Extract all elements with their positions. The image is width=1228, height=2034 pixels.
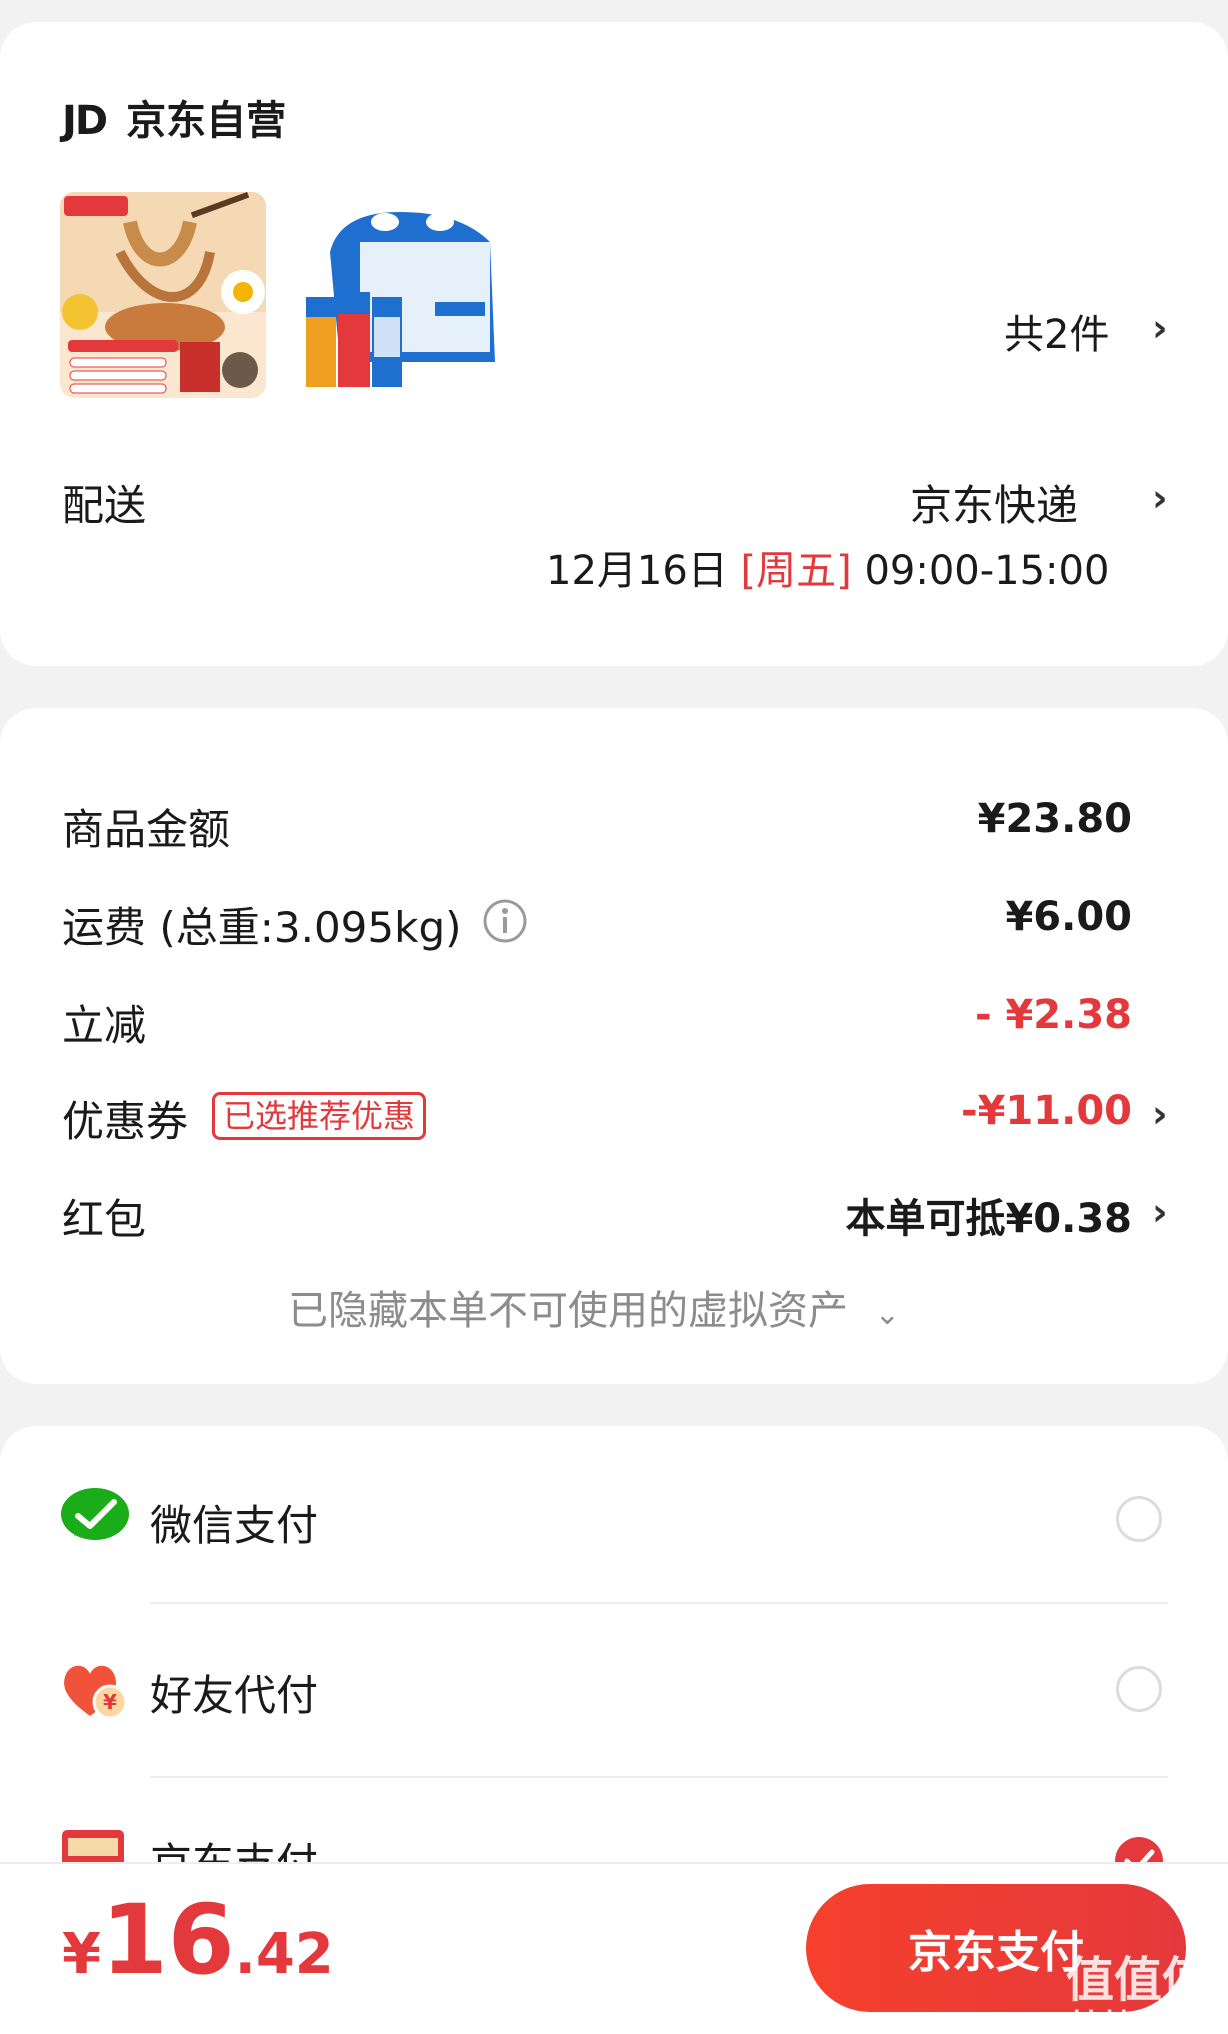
chevron-right-icon: ›: [1152, 476, 1168, 520]
delivery-date: 12月16日: [546, 548, 728, 594]
store-header: JD 京东自营: [62, 88, 286, 146]
radio-friend[interactable]: [1116, 1666, 1162, 1712]
shipping-label: 运费 (总重:3.095kg): [62, 903, 462, 952]
watermark-url: zhizhizhi.com: [1061, 2006, 1214, 2030]
chevron-right-icon: ›: [1152, 1092, 1168, 1136]
total-integer: 16: [100, 1884, 235, 1996]
info-icon[interactable]: [482, 898, 528, 948]
delivery-window: 09:00-15:00: [864, 548, 1110, 594]
friend-pay-icon: ¥: [60, 1660, 132, 1726]
delivery-weekday: [周五]: [740, 548, 852, 594]
payment-label: 微信支付: [150, 1501, 319, 1550]
chevron-right-icon: ›: [1152, 306, 1168, 350]
flour-image-icon: [300, 192, 506, 398]
chevron-right-icon: ›: [1152, 1190, 1168, 1234]
total-currency: ¥: [62, 1922, 101, 1987]
instant-discount-value: - ¥2.38: [974, 992, 1132, 1038]
redpacket-label: 红包: [62, 1195, 147, 1244]
chevron-down-icon: ⌄: [874, 1297, 900, 1332]
watermark-text: 值值值: [1065, 1952, 1210, 2008]
coupon-tag: 已选推荐优惠: [212, 1092, 427, 1140]
price-summary-card: 商品金额 ¥23.80 运费 (总重:3.095kg) ¥6.00 立减 - ¥…: [0, 708, 1228, 1384]
hidden-assets-toggle[interactable]: 已隐藏本单不可使用的虚拟资产 ⌄: [288, 1278, 900, 1336]
hidden-assets-text: 已隐藏本单不可使用的虚拟资产: [288, 1288, 848, 1334]
product-thumbnail-flour[interactable]: [300, 192, 506, 398]
item-count-link[interactable]: 共2件: [1004, 302, 1109, 360]
store-name: 京东自营: [126, 98, 287, 144]
instant-discount-label: 立减: [62, 1001, 147, 1050]
order-card: JD 京东自营 共2件 › 配送 京东快递 › 12月16日 [周五] 09:0…: [0, 22, 1228, 666]
goods-amount-label: 商品金额: [62, 805, 231, 854]
coupon-label: 优惠券: [62, 1097, 189, 1146]
wechat-pay-icon: [60, 1486, 130, 1550]
product-thumbnail-noodles[interactable]: [60, 192, 266, 398]
total-decimal: .42: [234, 1922, 334, 1987]
svg-text:¥: ¥: [103, 1690, 117, 1714]
delivery-time[interactable]: 12月16日 [周五] 09:00-15:00: [546, 538, 1109, 596]
delivery-label: 配送: [62, 481, 147, 530]
jd-logo: JD: [62, 98, 108, 144]
radio-wechat[interactable]: [1116, 1496, 1162, 1542]
site-watermark: 值值值 zhizhizhi.com: [1062, 1956, 1214, 2028]
redpacket-value[interactable]: 本单可抵¥0.38: [845, 1186, 1132, 1244]
payment-label: 好友代付: [150, 1671, 319, 1720]
noodles-image-icon: [60, 192, 266, 398]
goods-amount-value: ¥23.80: [977, 796, 1132, 842]
coupon-value[interactable]: -¥11.00: [961, 1088, 1132, 1134]
checkout-bar: ¥16.42 京东支付 值值值 zhizhizhi.com: [0, 1862, 1228, 2034]
item-count: 共2件: [1004, 312, 1110, 358]
total-amount: ¥16.42: [62, 1884, 334, 1996]
delivery-carrier[interactable]: 京东快递: [910, 472, 1078, 533]
shipping-value: ¥6.00: [1005, 894, 1132, 940]
